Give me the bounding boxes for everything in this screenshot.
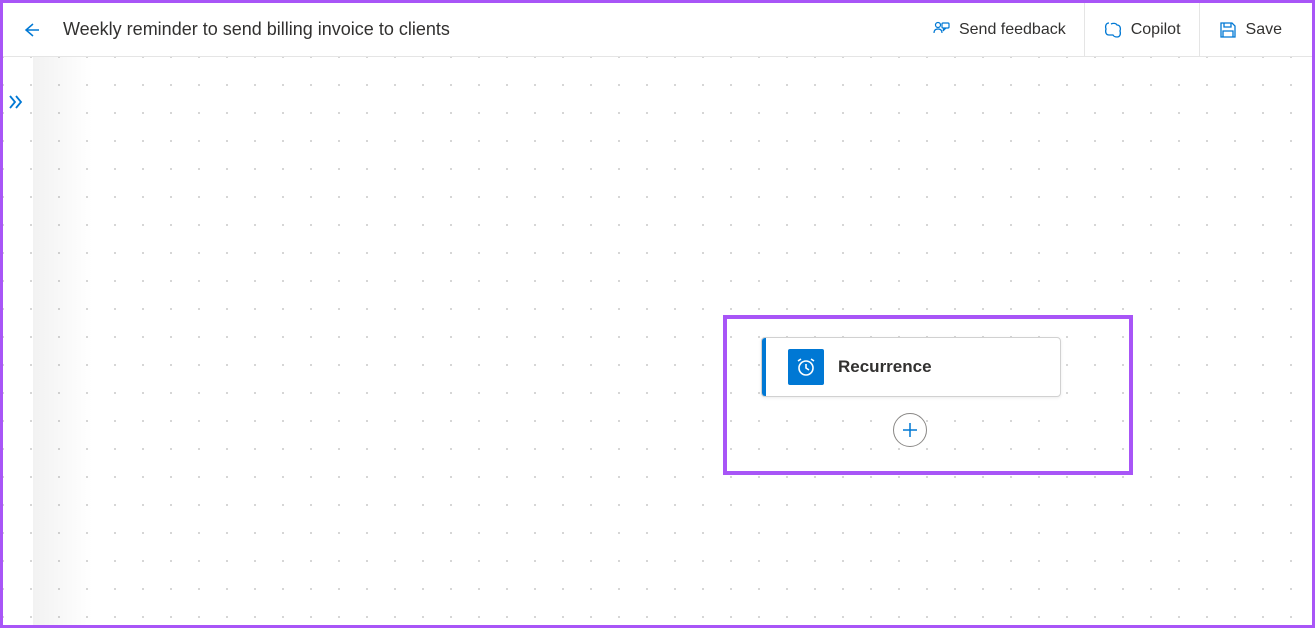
canvas-dot-grid [3,57,1312,625]
send-feedback-button[interactable]: Send feedback [913,3,1084,56]
back-button[interactable] [15,14,47,46]
copilot-button[interactable]: Copilot [1084,3,1199,56]
trigger-label: Recurrence [838,357,932,377]
save-icon [1218,20,1238,40]
flow-title: Weekly reminder to send billing invoice … [63,19,913,40]
app-frame: Weekly reminder to send billing invoice … [0,0,1315,628]
copilot-icon [1103,20,1123,40]
flow-canvas[interactable]: Recurrence [3,57,1312,625]
arrow-left-icon [21,20,41,40]
recurrence-trigger-card[interactable]: Recurrence [761,337,1061,397]
plus-icon [900,420,920,440]
header-bar: Weekly reminder to send billing invoice … [3,3,1312,57]
clock-icon [788,349,824,385]
copilot-label: Copilot [1131,21,1181,39]
panel-expand-button[interactable] [7,93,25,116]
feedback-icon [931,20,951,40]
add-step-button[interactable] [893,413,927,447]
send-feedback-label: Send feedback [959,21,1066,39]
chevron-double-right-icon [7,93,25,111]
save-button[interactable]: Save [1199,3,1300,56]
trigger-accent-bar [762,338,766,396]
header-actions: Send feedback Copilot Save [913,3,1300,56]
save-label: Save [1246,21,1282,39]
